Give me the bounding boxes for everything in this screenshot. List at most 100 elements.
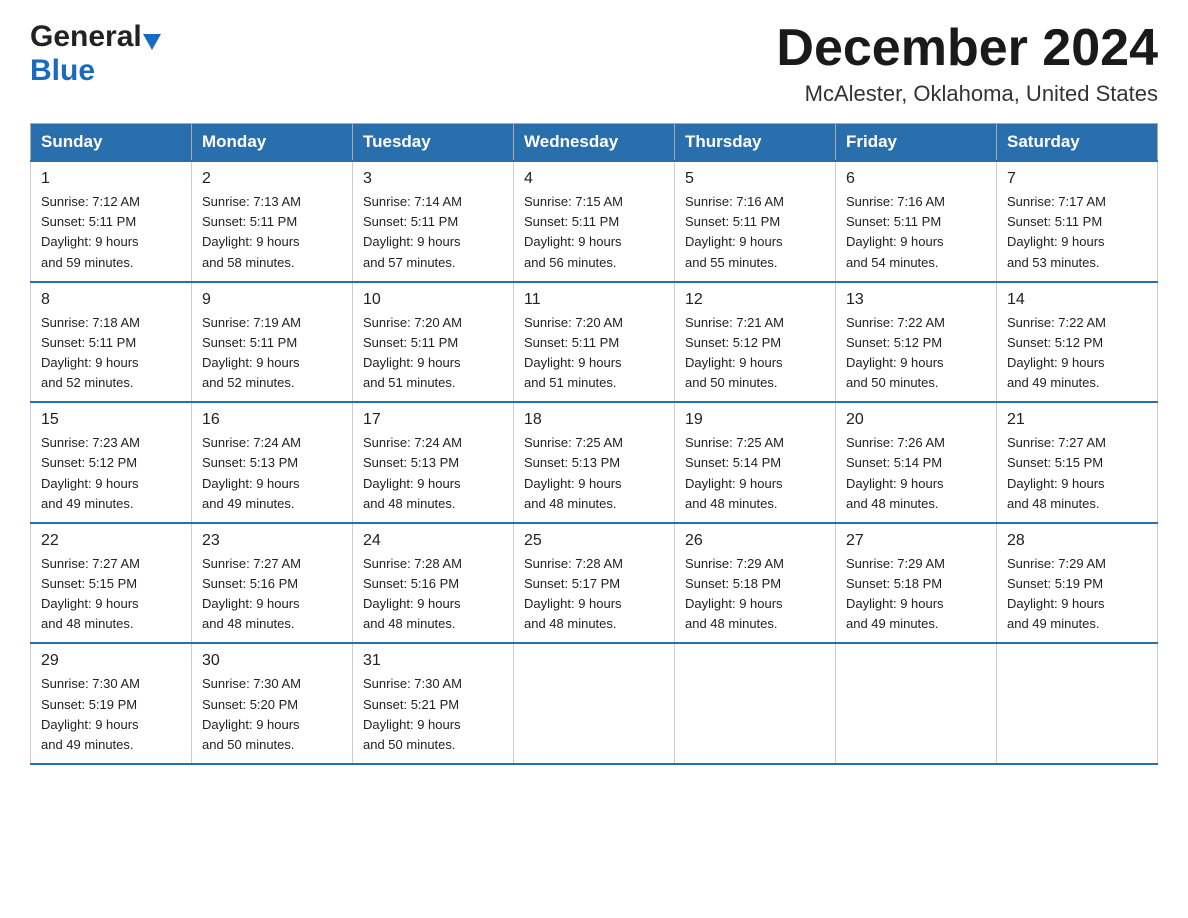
day-info: Sunrise: 7:15 AMSunset: 5:11 PMDaylight:… <box>524 192 664 273</box>
page-header: General Blue December 2024 McAlester, Ok… <box>30 20 1158 107</box>
day-info: Sunrise: 7:19 AMSunset: 5:11 PMDaylight:… <box>202 313 342 394</box>
day-info: Sunrise: 7:22 AMSunset: 5:12 PMDaylight:… <box>1007 313 1147 394</box>
calendar-cell: 13 Sunrise: 7:22 AMSunset: 5:12 PMDaylig… <box>836 282 997 403</box>
calendar-cell: 3 Sunrise: 7:14 AMSunset: 5:11 PMDayligh… <box>353 161 514 282</box>
calendar-cell: 4 Sunrise: 7:15 AMSunset: 5:11 PMDayligh… <box>514 161 675 282</box>
day-number: 16 <box>202 411 342 429</box>
calendar-cell: 1 Sunrise: 7:12 AMSunset: 5:11 PMDayligh… <box>31 161 192 282</box>
calendar-cell: 31 Sunrise: 7:30 AMSunset: 5:21 PMDaylig… <box>353 643 514 764</box>
calendar-cell: 22 Sunrise: 7:27 AMSunset: 5:15 PMDaylig… <box>31 523 192 644</box>
day-number: 27 <box>846 532 986 550</box>
day-number: 29 <box>41 652 181 670</box>
calendar-week-row: 29 Sunrise: 7:30 AMSunset: 5:19 PMDaylig… <box>31 643 1158 764</box>
day-number: 26 <box>685 532 825 550</box>
calendar-cell: 23 Sunrise: 7:27 AMSunset: 5:16 PMDaylig… <box>192 523 353 644</box>
day-info: Sunrise: 7:24 AMSunset: 5:13 PMDaylight:… <box>363 433 503 514</box>
day-number: 31 <box>363 652 503 670</box>
calendar-cell: 14 Sunrise: 7:22 AMSunset: 5:12 PMDaylig… <box>997 282 1158 403</box>
calendar-cell: 27 Sunrise: 7:29 AMSunset: 5:18 PMDaylig… <box>836 523 997 644</box>
col-header-monday: Monday <box>192 124 353 162</box>
day-number: 4 <box>524 170 664 188</box>
day-info: Sunrise: 7:26 AMSunset: 5:14 PMDaylight:… <box>846 433 986 514</box>
day-info: Sunrise: 7:23 AMSunset: 5:12 PMDaylight:… <box>41 433 181 514</box>
day-number: 14 <box>1007 291 1147 309</box>
day-info: Sunrise: 7:21 AMSunset: 5:12 PMDaylight:… <box>685 313 825 394</box>
calendar-cell: 15 Sunrise: 7:23 AMSunset: 5:12 PMDaylig… <box>31 402 192 523</box>
calendar-cell: 11 Sunrise: 7:20 AMSunset: 5:11 PMDaylig… <box>514 282 675 403</box>
day-number: 6 <box>846 170 986 188</box>
month-title: December 2024 <box>776 20 1158 77</box>
calendar-week-row: 15 Sunrise: 7:23 AMSunset: 5:12 PMDaylig… <box>31 402 1158 523</box>
calendar-cell <box>836 643 997 764</box>
day-info: Sunrise: 7:28 AMSunset: 5:16 PMDaylight:… <box>363 554 503 635</box>
calendar-cell: 16 Sunrise: 7:24 AMSunset: 5:13 PMDaylig… <box>192 402 353 523</box>
day-info: Sunrise: 7:16 AMSunset: 5:11 PMDaylight:… <box>685 192 825 273</box>
day-info: Sunrise: 7:25 AMSunset: 5:13 PMDaylight:… <box>524 433 664 514</box>
col-header-wednesday: Wednesday <box>514 124 675 162</box>
calendar-cell: 26 Sunrise: 7:29 AMSunset: 5:18 PMDaylig… <box>675 523 836 644</box>
calendar-cell: 21 Sunrise: 7:27 AMSunset: 5:15 PMDaylig… <box>997 402 1158 523</box>
calendar-week-row: 8 Sunrise: 7:18 AMSunset: 5:11 PMDayligh… <box>31 282 1158 403</box>
day-number: 15 <box>41 411 181 429</box>
calendar-cell <box>675 643 836 764</box>
calendar-cell <box>514 643 675 764</box>
day-info: Sunrise: 7:27 AMSunset: 5:15 PMDaylight:… <box>1007 433 1147 514</box>
calendar-cell: 7 Sunrise: 7:17 AMSunset: 5:11 PMDayligh… <box>997 161 1158 282</box>
day-info: Sunrise: 7:24 AMSunset: 5:13 PMDaylight:… <box>202 433 342 514</box>
day-number: 21 <box>1007 411 1147 429</box>
calendar-cell: 17 Sunrise: 7:24 AMSunset: 5:13 PMDaylig… <box>353 402 514 523</box>
day-number: 9 <box>202 291 342 309</box>
day-info: Sunrise: 7:16 AMSunset: 5:11 PMDaylight:… <box>846 192 986 273</box>
title-area: December 2024 McAlester, Oklahoma, Unite… <box>776 20 1158 107</box>
day-info: Sunrise: 7:12 AMSunset: 5:11 PMDaylight:… <box>41 192 181 273</box>
calendar-cell: 24 Sunrise: 7:28 AMSunset: 5:16 PMDaylig… <box>353 523 514 644</box>
calendar-cell: 10 Sunrise: 7:20 AMSunset: 5:11 PMDaylig… <box>353 282 514 403</box>
calendar-table: SundayMondayTuesdayWednesdayThursdayFrid… <box>30 123 1158 765</box>
calendar-header-row: SundayMondayTuesdayWednesdayThursdayFrid… <box>31 124 1158 162</box>
day-info: Sunrise: 7:25 AMSunset: 5:14 PMDaylight:… <box>685 433 825 514</box>
calendar-cell: 19 Sunrise: 7:25 AMSunset: 5:14 PMDaylig… <box>675 402 836 523</box>
day-number: 7 <box>1007 170 1147 188</box>
calendar-cell: 5 Sunrise: 7:16 AMSunset: 5:11 PMDayligh… <box>675 161 836 282</box>
calendar-cell: 6 Sunrise: 7:16 AMSunset: 5:11 PMDayligh… <box>836 161 997 282</box>
day-number: 12 <box>685 291 825 309</box>
logo: General Blue <box>30 20 161 88</box>
day-info: Sunrise: 7:13 AMSunset: 5:11 PMDaylight:… <box>202 192 342 273</box>
calendar-cell: 29 Sunrise: 7:30 AMSunset: 5:19 PMDaylig… <box>31 643 192 764</box>
day-info: Sunrise: 7:22 AMSunset: 5:12 PMDaylight:… <box>846 313 986 394</box>
logo-blue-text: Blue <box>30 54 95 87</box>
day-number: 5 <box>685 170 825 188</box>
calendar-week-row: 1 Sunrise: 7:12 AMSunset: 5:11 PMDayligh… <box>31 161 1158 282</box>
calendar-cell: 18 Sunrise: 7:25 AMSunset: 5:13 PMDaylig… <box>514 402 675 523</box>
day-number: 19 <box>685 411 825 429</box>
calendar-cell: 20 Sunrise: 7:26 AMSunset: 5:14 PMDaylig… <box>836 402 997 523</box>
day-info: Sunrise: 7:30 AMSunset: 5:19 PMDaylight:… <box>41 674 181 755</box>
day-info: Sunrise: 7:18 AMSunset: 5:11 PMDaylight:… <box>41 313 181 394</box>
day-number: 10 <box>363 291 503 309</box>
day-number: 8 <box>41 291 181 309</box>
day-number: 2 <box>202 170 342 188</box>
calendar-week-row: 22 Sunrise: 7:27 AMSunset: 5:15 PMDaylig… <box>31 523 1158 644</box>
day-info: Sunrise: 7:30 AMSunset: 5:20 PMDaylight:… <box>202 674 342 755</box>
day-number: 24 <box>363 532 503 550</box>
day-number: 30 <box>202 652 342 670</box>
day-info: Sunrise: 7:20 AMSunset: 5:11 PMDaylight:… <box>524 313 664 394</box>
day-number: 22 <box>41 532 181 550</box>
col-header-friday: Friday <box>836 124 997 162</box>
calendar-cell <box>997 643 1158 764</box>
day-number: 28 <box>1007 532 1147 550</box>
calendar-cell: 2 Sunrise: 7:13 AMSunset: 5:11 PMDayligh… <box>192 161 353 282</box>
day-info: Sunrise: 7:30 AMSunset: 5:21 PMDaylight:… <box>363 674 503 755</box>
col-header-tuesday: Tuesday <box>353 124 514 162</box>
day-number: 20 <box>846 411 986 429</box>
logo-general-text: General <box>30 20 142 54</box>
day-info: Sunrise: 7:28 AMSunset: 5:17 PMDaylight:… <box>524 554 664 635</box>
day-number: 23 <box>202 532 342 550</box>
day-info: Sunrise: 7:27 AMSunset: 5:16 PMDaylight:… <box>202 554 342 635</box>
calendar-cell: 30 Sunrise: 7:30 AMSunset: 5:20 PMDaylig… <box>192 643 353 764</box>
day-number: 11 <box>524 291 664 309</box>
day-number: 3 <box>363 170 503 188</box>
day-number: 25 <box>524 532 664 550</box>
day-info: Sunrise: 7:20 AMSunset: 5:11 PMDaylight:… <box>363 313 503 394</box>
day-info: Sunrise: 7:14 AMSunset: 5:11 PMDaylight:… <box>363 192 503 273</box>
